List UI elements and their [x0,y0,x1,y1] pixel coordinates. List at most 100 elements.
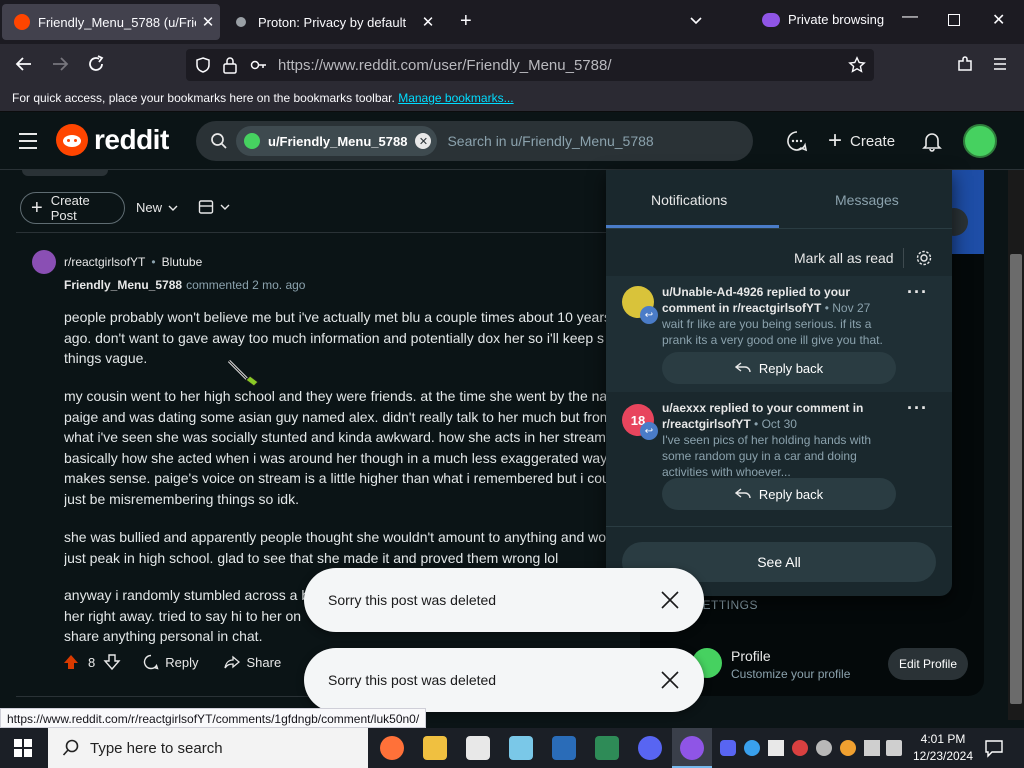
share-arrow-icon [224,655,241,669]
forward-arrow-icon[interactable] [50,54,70,74]
tab-proton[interactable]: Proton: Privacy by default ✕ [222,4,440,40]
minimize-window-icon[interactable]: — [902,8,918,26]
close-toast-icon[interactable] [660,590,680,610]
mark-all-read-button[interactable]: Mark all as read [794,250,894,266]
notification-item[interactable]: ↩ u/Unable-Ad-4926 replied to your comme… [606,276,952,392]
close-tab-icon[interactable]: ✕ [196,13,220,31]
bookmark-star-icon[interactable] [848,56,866,74]
lock-icon[interactable] [222,56,238,74]
notification-time: Nov 27 [832,301,871,315]
comment-line: ago. don't want to gave away too much in… [64,329,604,346]
app-taskbar-icon[interactable] [466,736,490,760]
discord-taskbar-icon[interactable] [638,736,662,760]
tracking-protection-shield-icon[interactable] [194,56,212,74]
file-explorer-taskbar-icon[interactable] [423,736,447,760]
reply-back-button[interactable]: Reply back [662,478,896,510]
restore-window-icon[interactable] [948,14,960,26]
create-post-button[interactable]: + Create Post [20,192,125,224]
taskbar-search-box[interactable]: Type here to search [48,728,368,768]
reddit-home-logo[interactable]: reddit [56,124,169,156]
app-menu-hamburger-icon[interactable] [992,56,1008,72]
share-button[interactable]: Share [224,654,281,670]
more-options-icon[interactable]: ··· [907,282,928,303]
sort-dropdown[interactable]: New [136,200,178,215]
notifications-panel: Notifications Messages Mark all as read … [606,170,952,596]
clear-scope-icon[interactable]: ✕ [415,133,432,149]
scrollbar-thumb[interactable] [1010,254,1022,704]
page-scrollbar[interactable] [1008,170,1024,720]
reply-button[interactable]: Reply [143,654,198,670]
notification-time: Oct 30 [761,417,797,431]
permissions-key-icon[interactable] [250,56,268,74]
subreddit-avatar[interactable] [32,250,56,274]
reddit-header: reddit u/Friendly_Menu_5788 ✕ Search in … [0,112,1024,170]
tab-reddit-profile[interactable]: Friendly_Menu_5788 (u/Friendly_ ✕ [2,4,220,40]
downvote-arrow-icon[interactable] [103,653,121,671]
sort-label: New [136,200,163,215]
profile-setting-subtitle: Customize your profile [731,667,851,681]
comment-line: things vague. [64,350,148,366]
user-avatar-button[interactable] [963,124,997,158]
close-window-icon[interactable]: ✕ [992,10,1005,30]
tray-app-icon[interactable] [816,740,832,756]
snoo-logo-icon [56,124,88,156]
app-taskbar-icon[interactable] [595,736,619,760]
network-icon[interactable] [864,740,880,756]
tray-app-icon[interactable] [792,740,808,756]
divider [606,526,952,527]
search-scope-chip[interactable]: u/Friendly_Menu_5788 ✕ [236,126,438,156]
notification-center-icon[interactable] [984,738,1004,758]
reddit-menu-hamburger-icon[interactable] [18,132,38,150]
new-tab-plus-icon[interactable]: + [460,10,472,33]
browser-nav-bar: https://www.reddit.com/user/Friendly_Men… [0,44,1024,86]
comment-context: r/reactgirlsofYT • Blutube [64,255,202,269]
comment-line: what i've seen she was socially stunted … [64,429,606,445]
list-all-tabs-chevron-icon[interactable] [688,12,704,28]
extensions-puzzle-icon[interactable] [956,55,974,73]
close-tab-icon[interactable]: ✕ [416,13,440,31]
private-firefox-icon [680,736,704,760]
notification-item[interactable]: 18 ↩ u/aexxx replied to your comment in … [606,392,952,516]
tray-app-icon[interactable] [768,740,784,756]
post-title-link[interactable]: Blutube [162,255,203,269]
reply-arrow-icon [734,362,751,373]
chevron-down-icon [168,203,178,213]
windows-start-icon[interactable] [14,739,32,757]
taskbar-search-placeholder[interactable]: Type here to search [90,740,223,757]
notification-settings-gear-icon[interactable] [915,249,933,267]
subreddit-link[interactable]: r/reactgirlsofYT [64,255,145,269]
profile-setting-title: Profile [731,648,771,664]
url-bar[interactable]: https://www.reddit.com/user/Friendly_Men… [186,49,874,81]
separator-dot: • [151,255,156,269]
app-taskbar-icon[interactable] [509,736,533,760]
view-layout-dropdown[interactable] [198,199,230,215]
notifications-bell-icon[interactable] [921,130,943,152]
tab-messages[interactable]: Messages [835,192,899,208]
app-taskbar-icon[interactable] [552,736,576,760]
notification-headline: u/Unable-Ad-4926 replied to your comment… [662,285,851,315]
edit-profile-button[interactable]: Edit Profile [888,648,968,680]
chat-bubble-icon[interactable] [786,130,808,152]
taskbar-clock[interactable]: 4:01 PM 12/23/2024 [912,731,974,765]
upvote-arrow-icon[interactable] [62,653,80,671]
plus-icon: + [31,197,43,219]
close-toast-icon[interactable] [660,670,680,690]
create-button[interactable]: + Create [828,129,895,153]
url-text[interactable]: https://www.reddit.com/user/Friendly_Men… [278,57,612,74]
private-firefox-taskbar-button[interactable] [672,728,712,768]
tab-notifications[interactable]: Notifications [651,192,727,208]
volume-icon[interactable] [886,740,902,756]
more-options-icon[interactable]: ··· [907,398,928,419]
discord-tray-icon[interactable] [720,740,736,756]
tray-app-icon[interactable] [840,740,856,756]
firefox-taskbar-icon[interactable] [380,736,404,760]
back-arrow-icon[interactable] [14,54,34,74]
manage-bookmarks-link[interactable]: Manage bookmarks... [398,91,513,105]
reload-icon[interactable] [86,54,106,74]
search-input[interactable]: Search in u/Friendly_Menu_5788 [447,133,653,149]
comment-author[interactable]: Friendly_Menu_5788 [64,278,182,292]
comment-line: people probably won't believe me but i'v… [64,309,606,325]
tray-app-icon[interactable] [744,740,760,756]
reddit-search-box[interactable]: u/Friendly_Menu_5788 ✕ Search in u/Frien… [196,121,753,161]
reply-back-button[interactable]: Reply back [662,352,896,384]
